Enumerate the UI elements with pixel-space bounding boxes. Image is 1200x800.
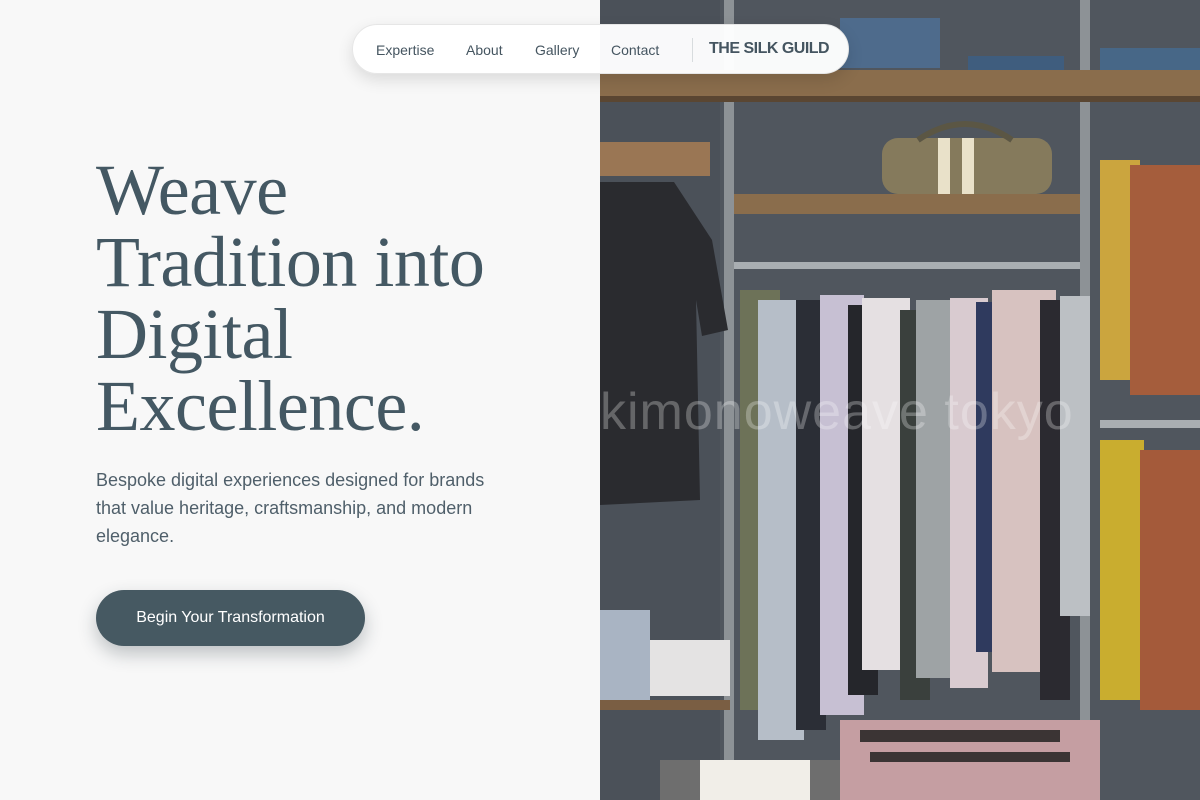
hero-title-line: Excellence. [96,366,425,446]
hero-title: Weave Tradition into Digital Excellence. [96,154,566,442]
nav-divider [692,38,693,62]
nav-link-contact[interactable]: Contact [611,42,659,58]
hero-panel: Weave Tradition into Digital Excellence.… [0,0,600,800]
hero-subtitle: Bespoke digital experiences designed for… [96,470,485,546]
hero-photo [600,0,1200,800]
hero-title-line: Tradition into [96,222,485,302]
nav-link-gallery[interactable]: Gallery [535,42,579,58]
nav-link-expertise[interactable]: Expertise [376,42,434,58]
nav-link-about[interactable]: About [466,42,503,58]
brand-logo[interactable]: THE SILK GUILD [709,40,830,58]
top-navigation: Expertise About Gallery Contact THE SILK… [352,24,849,74]
clothing-rack-image [600,0,1200,800]
hero-title-line: Weave [96,150,288,230]
begin-transformation-button[interactable]: Begin Your Transformation [96,590,365,646]
hero-title-line: Digital [96,294,293,374]
